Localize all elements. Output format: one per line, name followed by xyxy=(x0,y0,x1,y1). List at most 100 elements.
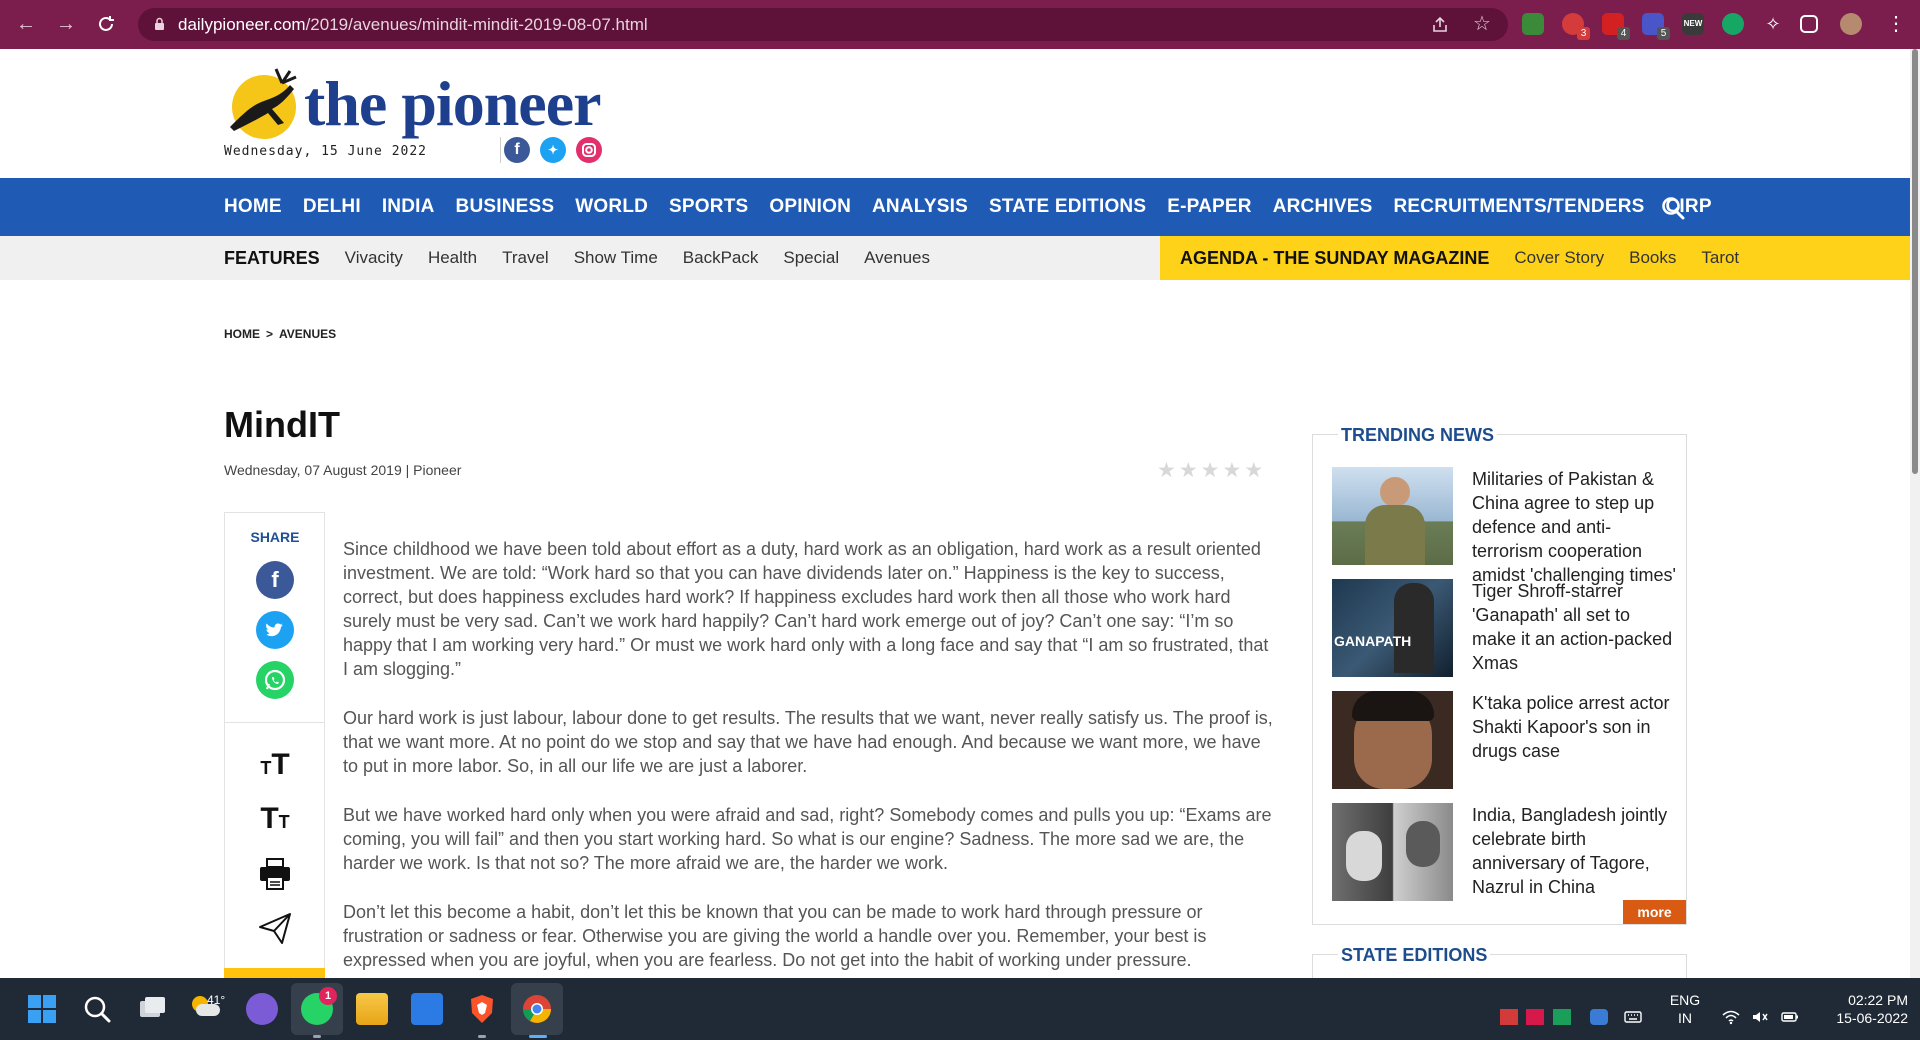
star-icon[interactable]: ★ xyxy=(1179,460,1198,481)
extension-mail-icon[interactable]: 5 xyxy=(1642,13,1670,40)
nav-recruitments-tenders[interactable]: RECRUITMENTS/TENDERS xyxy=(1393,178,1644,236)
task-view-icon[interactable] xyxy=(136,993,168,1025)
extension-green-icon[interactable] xyxy=(1522,13,1544,35)
nav-archives[interactable]: ARCHIVES xyxy=(1273,178,1373,236)
nav-sports[interactable]: SPORTS xyxy=(669,178,748,236)
trending-news-box: TRENDING NEWS Militaries of Pakistan & C… xyxy=(1312,425,1687,925)
agenda-tarot[interactable]: Tarot xyxy=(1701,236,1739,280)
increase-font-icon[interactable]: TT xyxy=(250,749,300,784)
trending-item[interactable]: K'taka police arrest actor Shakti Kapoor… xyxy=(1332,691,1677,791)
trending-item[interactable]: Militaries of Pakistan & China agree to … xyxy=(1332,467,1677,585)
decrease-font-icon[interactable]: TT xyxy=(250,803,300,838)
share-whatsapp-icon[interactable] xyxy=(256,661,294,699)
state-editions-title[interactable]: STATE EDITIONS xyxy=(1338,945,1491,966)
rating-stars[interactable]: ★ ★ ★ ★ ★ xyxy=(1157,460,1266,481)
nav-india[interactable]: INDIA xyxy=(382,178,435,236)
breadcrumb: HOME > AVENUES xyxy=(224,327,342,341)
twitter-icon[interactable]: ✦ xyxy=(540,137,566,163)
star-icon[interactable]: ★ xyxy=(1222,460,1241,481)
wifi-icon[interactable] xyxy=(1722,1009,1740,1025)
nav-opinion[interactable]: OPINION xyxy=(769,178,851,236)
side-panel-icon[interactable] xyxy=(1800,15,1818,33)
star-icon[interactable]: ★ xyxy=(1157,460,1176,481)
subnav-vivacity[interactable]: Vivacity xyxy=(345,236,403,280)
trending-item[interactable]: GANAPATH Tiger Shroff-starrer 'Ganapath'… xyxy=(1332,579,1677,679)
trending-headline[interactable]: Tiger Shroff-starrer 'Ganapath' all set … xyxy=(1472,579,1677,675)
chat-icon[interactable] xyxy=(246,993,278,1025)
subnav-health[interactable]: Health xyxy=(428,236,477,280)
trending-headline[interactable]: K'taka police arrest actor Shakti Kapoor… xyxy=(1472,691,1677,763)
nav-home[interactable]: HOME xyxy=(224,178,282,236)
trending-thumbnail[interactable] xyxy=(1332,803,1453,901)
trending-headline[interactable]: India, Bangladesh jointly celebrate birt… xyxy=(1472,803,1677,899)
security-shield-icon[interactable] xyxy=(1590,1009,1608,1025)
address-bar[interactable]: dailypioneer.com/2019/avenues/mindit-min… xyxy=(138,8,1508,41)
subnav-travel[interactable]: Travel xyxy=(502,236,549,280)
agenda-cover-story[interactable]: Cover Story xyxy=(1514,236,1604,280)
tray-app-icon[interactable] xyxy=(1526,1009,1544,1025)
volume-muted-icon[interactable] xyxy=(1751,1009,1769,1025)
breadcrumb-current[interactable]: AVENUES xyxy=(279,327,336,341)
page-scrollbar[interactable] xyxy=(1910,49,1920,978)
send-email-icon[interactable] xyxy=(250,911,300,945)
notepad-icon[interactable] xyxy=(411,993,443,1025)
nav-world[interactable]: WORLD xyxy=(575,178,648,236)
star-icon[interactable]: ★ xyxy=(1201,460,1220,481)
menu-kebab-icon[interactable]: ⋮ xyxy=(1884,12,1908,36)
share-page-icon[interactable] xyxy=(1431,16,1449,34)
site-logo[interactable]: the pioneer xyxy=(224,63,624,153)
current-date: Wednesday, 15 June 2022 xyxy=(224,144,428,159)
tray-app-icon[interactable] xyxy=(1553,1009,1571,1025)
extension-red-icon[interactable]: 3 xyxy=(1562,13,1590,40)
profile-avatar[interactable] xyxy=(1840,13,1862,35)
search-icon[interactable] xyxy=(81,993,113,1025)
windows-start-icon[interactable] xyxy=(26,993,58,1025)
subnav-backpack[interactable]: BackPack xyxy=(683,236,759,280)
nav-state-editions[interactable]: STATE EDITIONS xyxy=(989,178,1146,236)
subnav-features[interactable]: FEATURES xyxy=(224,236,320,280)
search-icon[interactable] xyxy=(1660,195,1686,221)
bookmark-star-icon[interactable]: ☆ xyxy=(1473,11,1491,36)
agenda-sunday-magazine[interactable]: AGENDA - THE SUNDAY MAGAZINE xyxy=(1180,236,1489,280)
language-code: ENG xyxy=(1669,992,1701,1008)
facebook-icon[interactable]: f xyxy=(504,137,530,163)
chrome-icon[interactable] xyxy=(521,993,553,1025)
scrollbar-thumb[interactable] xyxy=(1912,49,1918,474)
star-icon[interactable]: ★ xyxy=(1244,460,1263,481)
nav-delhi[interactable]: DELHI xyxy=(303,178,361,236)
brave-browser-icon[interactable] xyxy=(466,993,498,1025)
grammarly-icon[interactable] xyxy=(1722,13,1744,35)
web-page: the pioneer Wednesday, 15 June 2022 f ✦ … xyxy=(0,49,1910,978)
tray-app-icon[interactable] xyxy=(1500,1009,1518,1025)
battery-icon[interactable] xyxy=(1781,1009,1799,1025)
agenda-books[interactable]: Books xyxy=(1629,236,1676,280)
more-button[interactable]: more xyxy=(1623,900,1686,924)
extension-new-icon[interactable]: NEW xyxy=(1682,13,1704,35)
instagram-icon[interactable] xyxy=(576,137,602,163)
share-facebook-icon[interactable]: f xyxy=(256,561,294,599)
trending-headline[interactable]: Militaries of Pakistan & China agree to … xyxy=(1472,467,1677,587)
trending-thumbnail[interactable] xyxy=(1332,467,1453,565)
breadcrumb-home[interactable]: HOME xyxy=(224,327,260,341)
forward-arrow-icon[interactable]: → xyxy=(54,12,78,36)
nav-analysis[interactable]: ANALYSIS xyxy=(872,178,968,236)
puzzle-extensions-icon[interactable]: ✧ xyxy=(1762,13,1784,35)
system-clock[interactable]: 02:22 PM 15-06-2022 xyxy=(1808,991,1908,1027)
back-arrow-icon[interactable]: ← xyxy=(14,12,38,36)
file-explorer-icon[interactable] xyxy=(356,993,388,1025)
trending-item[interactable]: India, Bangladesh jointly celebrate birt… xyxy=(1332,803,1677,903)
subnav-avenues[interactable]: Avenues xyxy=(864,236,930,280)
keyboard-icon[interactable] xyxy=(1624,1009,1642,1025)
extension-abp-icon[interactable]: 4 xyxy=(1602,13,1630,40)
input-language[interactable]: ENG IN xyxy=(1665,991,1705,1027)
nav-business[interactable]: BUSINESS xyxy=(456,178,555,236)
subnav-special[interactable]: Special xyxy=(783,236,839,280)
share-twitter-icon[interactable] xyxy=(256,611,294,649)
trending-thumbnail[interactable]: GANAPATH xyxy=(1332,579,1453,677)
print-icon[interactable] xyxy=(250,857,300,891)
nav-e-paper[interactable]: E-PAPER xyxy=(1167,178,1251,236)
reload-icon[interactable] xyxy=(94,12,118,36)
url-text[interactable]: dailypioneer.com/2019/avenues/mindit-min… xyxy=(178,15,648,35)
trending-thumbnail[interactable] xyxy=(1332,691,1453,789)
subnav-show-time[interactable]: Show Time xyxy=(574,236,658,280)
